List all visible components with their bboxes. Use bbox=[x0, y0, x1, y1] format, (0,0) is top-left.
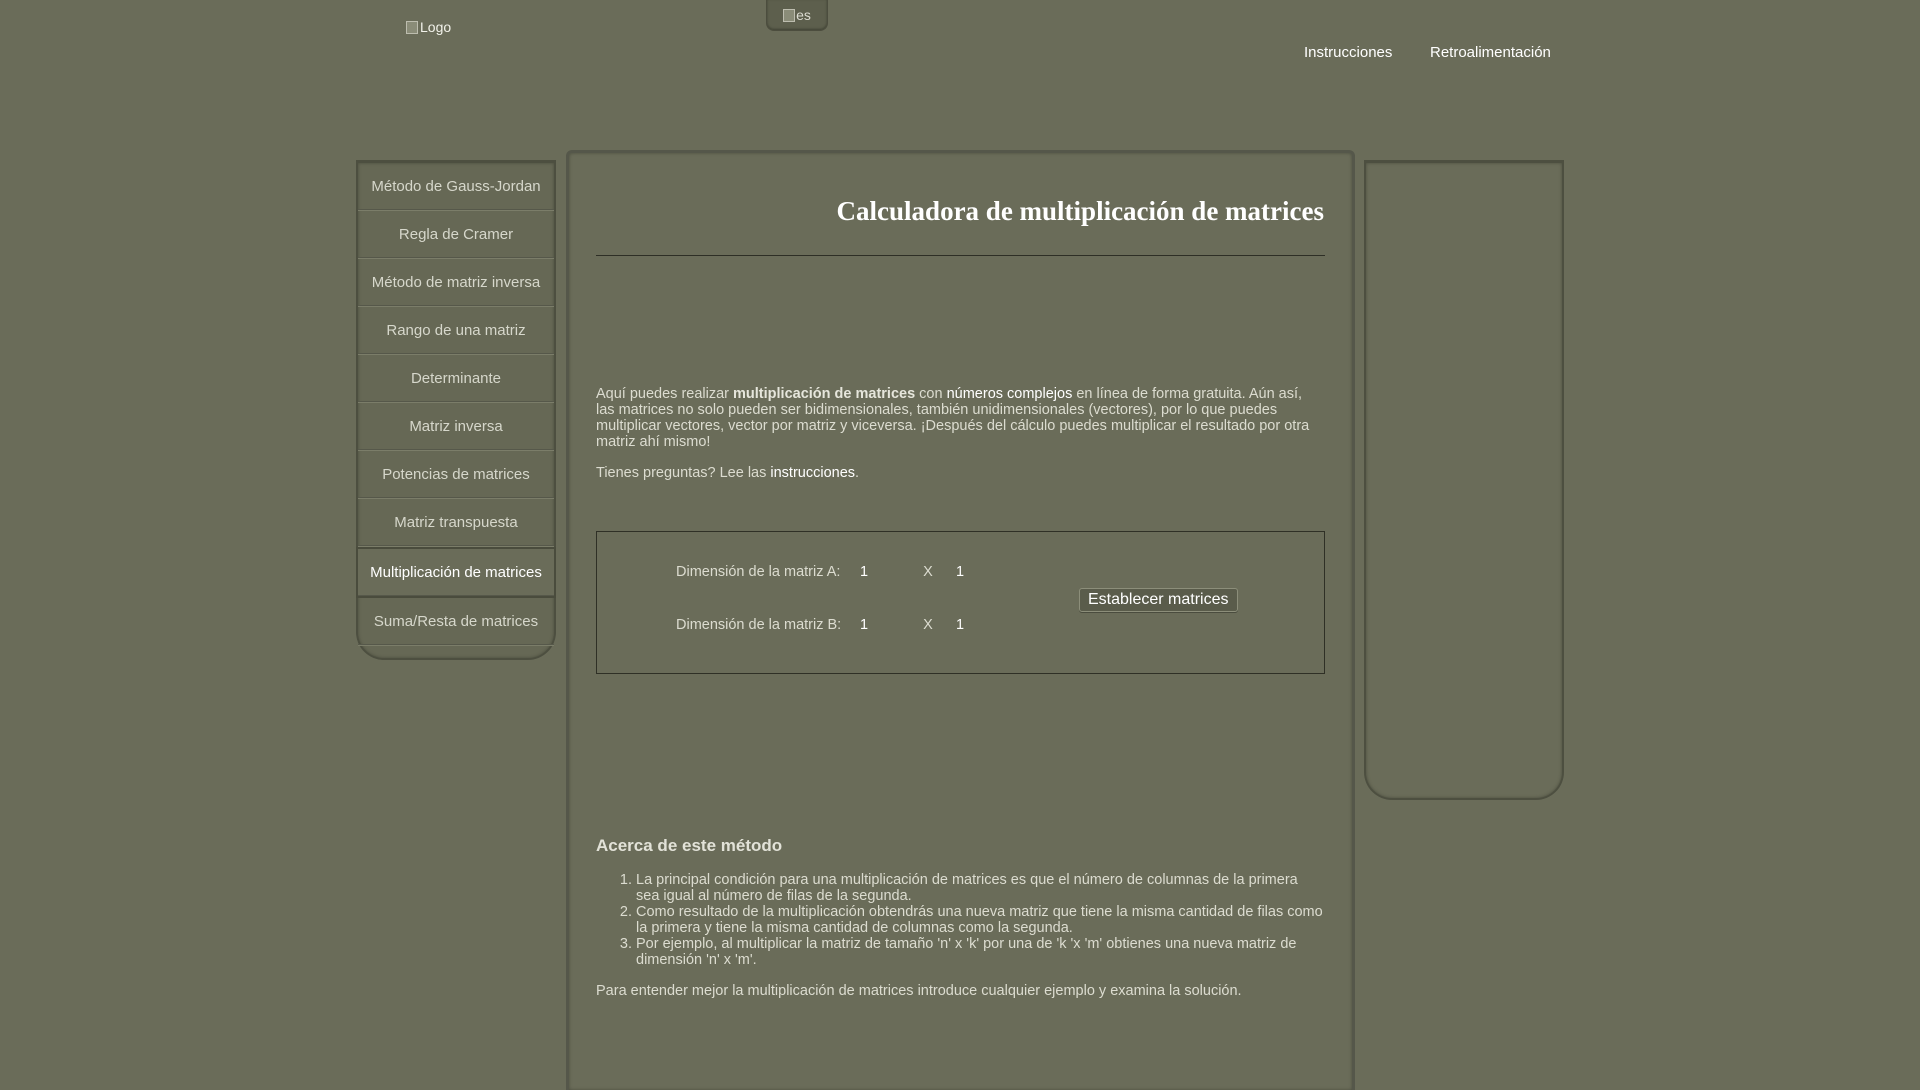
sidebar-item-cramer[interactable]: Regla de Cramer bbox=[358, 211, 554, 259]
right-ad-panel bbox=[1364, 160, 1564, 800]
title-divider bbox=[596, 255, 1325, 256]
flag-icon bbox=[783, 8, 796, 22]
sidebar-item-addition[interactable]: Suma/Resta de matrices bbox=[358, 598, 554, 646]
list-item: La principal condición para una multipli… bbox=[636, 872, 1324, 904]
about-outro: Para entender mejor la multiplicación de… bbox=[596, 983, 1242, 999]
logo[interactable]: Logo bbox=[406, 19, 451, 35]
nav-feedback-link[interactable]: Retroalimentación bbox=[1430, 44, 1551, 61]
help-line: Tienes preguntas? Lee las instrucciones. bbox=[596, 465, 859, 481]
broken-image-icon bbox=[406, 20, 418, 34]
instructions-link[interactable]: instrucciones bbox=[770, 465, 855, 481]
sidebar-item-transpose[interactable]: Matriz transpuesta bbox=[358, 499, 554, 547]
list-item: Como resultado de la multiplicación obte… bbox=[636, 904, 1324, 936]
help-suffix: . bbox=[855, 465, 860, 481]
intro-paragraph: Aquí puedes realizar multiplicación de m… bbox=[596, 386, 1324, 450]
sidebar-item-multiplication[interactable]: Multiplicación de matrices bbox=[356, 547, 556, 598]
matrix-b-label: Dimensión de la matriz B: bbox=[676, 617, 842, 633]
about-section-title: Acerca de este método bbox=[596, 836, 783, 855]
logo-alt-text: Logo bbox=[420, 19, 452, 35]
matrix-b-rows-select[interactable]: 1 bbox=[860, 617, 890, 633]
sidebar-item-gauss-jordan[interactable]: Método de Gauss-Jordan bbox=[358, 163, 554, 211]
matrix-b-row: Dimensión de la matriz B: 1 X 1 bbox=[676, 617, 986, 633]
set-matrices-button[interactable]: Establecer matrices bbox=[1079, 588, 1238, 612]
times-sign: X bbox=[923, 617, 933, 633]
help-prefix: Tienes preguntas? Lee las bbox=[596, 465, 771, 481]
matrix-a-cols-select[interactable]: 1 bbox=[956, 564, 986, 580]
matrix-b-cols-select[interactable]: 1 bbox=[956, 617, 986, 633]
intro-bold: multiplicación de matrices bbox=[733, 386, 916, 402]
intro-text-1: Aquí puedes realizar bbox=[596, 386, 734, 402]
matrix-dimension-form: Dimensión de la matriz A: 1 X 1 Dimensió… bbox=[596, 531, 1325, 674]
sidebar-item-inverse-method[interactable]: Método de matriz inversa bbox=[358, 259, 554, 307]
matrix-a-rows-select[interactable]: 1 bbox=[860, 564, 890, 580]
language-alt-text: es bbox=[796, 7, 811, 23]
list-item: Por ejemplo, al multiplicar la matriz de… bbox=[636, 936, 1324, 968]
sidebar-item-inverse-matrix[interactable]: Matriz inversa bbox=[358, 403, 554, 451]
about-list: La principal condición para una multipli… bbox=[596, 872, 1324, 968]
page-title: Calculadora de multiplicación de matrice… bbox=[836, 196, 1324, 226]
sidebar-item-rank[interactable]: Rango de una matriz bbox=[358, 307, 554, 355]
matrix-a-label: Dimensión de la matriz A: bbox=[676, 564, 841, 580]
sidebar-item-determinant[interactable]: Determinante bbox=[358, 355, 554, 403]
complex-numbers-link[interactable]: números complejos bbox=[947, 386, 1073, 402]
sidebar-menu: Método de Gauss-Jordan Regla de Cramer M… bbox=[356, 160, 556, 660]
times-sign: X bbox=[923, 564, 933, 580]
sidebar-item-matrix-power[interactable]: Potencias de matrices bbox=[358, 451, 554, 499]
nav-instructions-link[interactable]: Instrucciones bbox=[1304, 44, 1392, 61]
intro-text-2: con bbox=[915, 386, 947, 402]
language-selector-button[interactable]: es bbox=[766, 0, 828, 31]
matrix-a-row: Dimensión de la matriz A: 1 X 1 bbox=[676, 564, 986, 580]
